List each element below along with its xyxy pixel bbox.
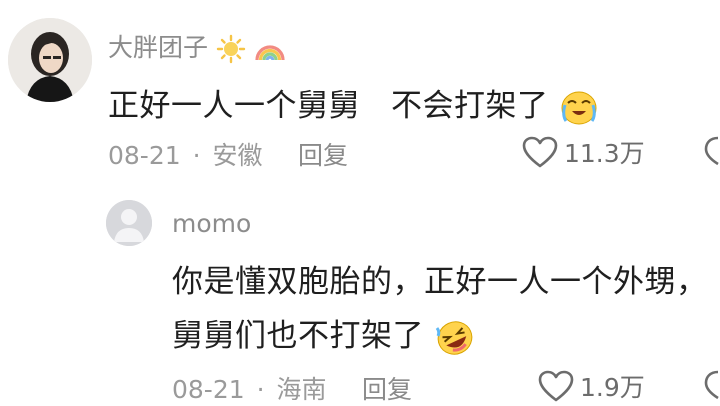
- comment-author[interactable]: 大胖团子: [108, 28, 286, 64]
- avatar[interactable]: [8, 18, 92, 102]
- reply-button[interactable]: 回复: [362, 370, 412, 406]
- comment-text-line: 舅舅们也不打架了: [172, 318, 424, 354]
- avatar[interactable]: [106, 200, 152, 246]
- author-name: 大胖团子: [108, 33, 209, 62]
- comment-text: 正好一人一个舅舅 不会打架了: [108, 80, 599, 127]
- like-count: 11.3万: [564, 139, 645, 168]
- like-count: 1.9万: [580, 373, 645, 402]
- dislike-icon[interactable]: [700, 134, 720, 166]
- like-button[interactable]: 1.9万: [538, 368, 645, 404]
- like-button[interactable]: 11.3万: [522, 134, 645, 170]
- sun-emoji-icon: [216, 34, 246, 64]
- reply-button[interactable]: 回复: [298, 136, 348, 172]
- default-user-icon: [106, 200, 152, 246]
- meta-separator: ·: [256, 375, 265, 404]
- comment-date: 08-21: [108, 141, 181, 170]
- heart-outline-icon: [538, 370, 574, 402]
- avatar-photo-icon: [8, 18, 92, 102]
- rainbow-emoji-icon: [255, 45, 285, 61]
- comment-date: 08-21: [172, 375, 245, 404]
- rolling-laughing-emoji-icon: [436, 320, 473, 355]
- crying-face-emoji-icon: [561, 91, 597, 124]
- heart-outline-icon: [522, 136, 558, 168]
- comment-author[interactable]: momo: [172, 209, 251, 238]
- comment-location: 海南: [276, 375, 327, 404]
- comment-location: 安徽: [212, 141, 263, 170]
- author-name: momo: [172, 209, 252, 238]
- comment-meta: 08-21 · 海南: [172, 370, 327, 406]
- comment-text-content: 正好一人一个舅舅 不会打架了: [108, 88, 549, 124]
- comment-text: 舅舅们也不打架了: [172, 310, 476, 358]
- comment-meta: 08-21 · 安徽: [108, 136, 263, 172]
- comment-text: 你是懂双胞胎的，正好一人一个外甥，: [172, 256, 708, 301]
- dislike-icon[interactable]: [700, 368, 720, 400]
- meta-separator: ·: [192, 141, 201, 170]
- comment-text-line: 你是懂双胞胎的，正好一人一个外甥，: [172, 264, 708, 300]
